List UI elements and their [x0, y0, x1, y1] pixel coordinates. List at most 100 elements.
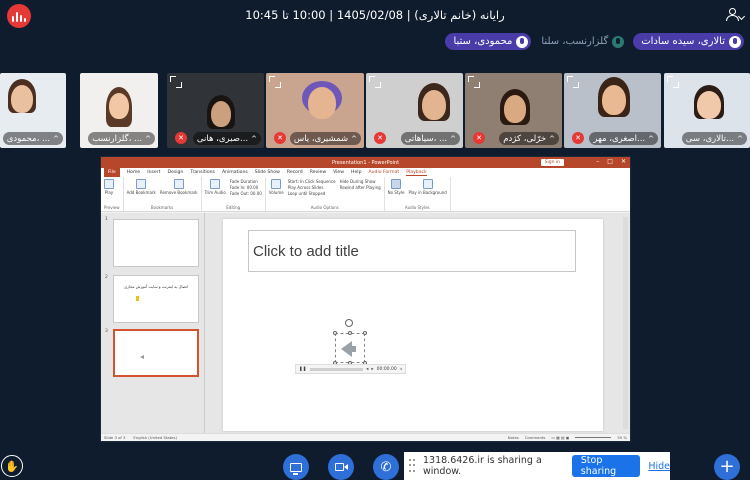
- audio-time: 00:00.00: [376, 366, 397, 372]
- participant-face: [11, 85, 33, 113]
- ppt-tab-review: Review: [309, 170, 327, 175]
- rewind-icon: ◂: [366, 366, 369, 372]
- hand-icon: ✋: [5, 459, 19, 473]
- trim-icon: [210, 179, 221, 189]
- expand-icon[interactable]: [369, 76, 381, 88]
- talker-chip: تالاری، سیده سادات: [633, 33, 744, 50]
- expand-icon[interactable]: [468, 76, 480, 88]
- video-tile[interactable]: ✕ ^ سیاهاتی، ...: [366, 73, 463, 148]
- ppt-tab-file: File: [104, 168, 120, 177]
- minimize-icon: –: [596, 158, 600, 165]
- expand-icon[interactable]: [269, 76, 281, 88]
- audio-object: [333, 331, 367, 365]
- camera-button[interactable]: [328, 454, 354, 480]
- chevron-up-icon: ^: [737, 134, 743, 143]
- video-label: ^ شمشیری، یاس: [289, 132, 361, 145]
- video-label: ^ صبری، هانی...: [192, 132, 261, 145]
- user-menu-icon[interactable]: [726, 8, 746, 22]
- add-button[interactable]: +: [714, 454, 740, 480]
- ppt-tab-record: Record: [286, 170, 303, 175]
- video-label: ^ محمودی، ...: [2, 132, 63, 145]
- ppt-tab-audio-format: Audio Format: [368, 170, 400, 175]
- stop-sharing-button[interactable]: Stop sharing: [571, 455, 641, 477]
- shared-screen[interactable]: Presentation1 - PowerPoint Sign in – □ ✕ F…: [100, 156, 631, 442]
- ppt-window-controls: – □ ✕: [596, 158, 626, 165]
- video-tile[interactable]: ✕ ^ اصغری، مهر...: [564, 73, 661, 148]
- play-icon: [104, 179, 114, 189]
- chevron-up-icon: ^: [145, 134, 151, 143]
- mic-off-icon: ✕: [274, 132, 286, 144]
- rotate-handle-icon: [345, 319, 353, 327]
- mic-off-icon: ✕: [175, 132, 187, 144]
- participant-face: [211, 101, 231, 127]
- share-message: 1318.6426.ir is sharing a window.: [423, 455, 542, 477]
- screen-share-button[interactable]: [283, 454, 309, 480]
- talker-name: تالاری، سیده سادات: [641, 36, 725, 47]
- participant-face: [697, 91, 721, 119]
- participant-face: [109, 93, 129, 119]
- ppt-ribbon: Play Preview Add Bookmark Remove Bookmar…: [101, 177, 630, 212]
- ppt-tab-animations: Animations: [221, 170, 248, 175]
- bookmark-icon: [136, 179, 147, 189]
- audio-option-checks-2: Hide During Show Rewind after Playing: [339, 179, 381, 190]
- participant-name: سیاهاتی، ...: [404, 133, 448, 144]
- ppt-titlebar: Presentation1 - PowerPoint Sign in – □ ✕: [101, 157, 630, 168]
- expand-icon[interactable]: [170, 76, 182, 88]
- active-talkers: تالاری، سیده سادات گلزارنسب، سلنا محمودی…: [445, 33, 744, 50]
- raise-hand-button[interactable]: ✋: [1, 455, 23, 477]
- resize-handle: [333, 331, 337, 335]
- ribbon-group-bookmarks: Add Bookmark Remove Bookmark Bookmarks: [124, 177, 202, 211]
- participant-name: خرّلی، کژدم: [503, 133, 547, 144]
- ribbon-group-editing: Trim Audio Fade Duration Fade In: 00.00 …: [202, 177, 266, 211]
- participant-name: محمودی، ...: [6, 133, 51, 144]
- microphone-icon: [612, 35, 625, 48]
- volume-icon: [271, 179, 282, 189]
- talker-chip: محمودی، ستبا: [445, 33, 532, 50]
- video-tile[interactable]: ^ محمودی، ...: [0, 73, 66, 148]
- participant-face: [602, 85, 626, 115]
- thumb-number: 1: [105, 217, 108, 222]
- speaker-icon: [391, 179, 402, 189]
- view-buttons: ▭ ▦ ▤ ▣: [551, 435, 570, 440]
- video-tile[interactable]: ✕ ^ صبری، هانی...: [167, 73, 264, 148]
- participant-name: گلزارنسب، ...: [92, 133, 143, 144]
- video-label: ^ اصغری، مهر...: [589, 132, 658, 145]
- zoom-slider: [575, 437, 612, 438]
- mic-off-icon: ✕: [473, 132, 485, 144]
- play-pause-icon: ❚❚: [299, 366, 307, 372]
- notes-button: Notes: [507, 435, 519, 440]
- speaker-icon: [341, 341, 356, 357]
- no-style-button: No Style: [388, 179, 404, 195]
- language-indicator: English (United States): [133, 435, 177, 440]
- fade-controls: Fade Duration Fade In: 00.00 Fade Out: 0…: [229, 179, 262, 196]
- participant-name: صبری، هانی...: [196, 133, 249, 144]
- chevron-up-icon: ^: [251, 134, 257, 143]
- participant-face: [308, 87, 336, 119]
- chevron-up-icon: ^: [53, 134, 59, 143]
- expand-icon[interactable]: [667, 76, 679, 88]
- video-tile[interactable]: ✕ ^ شمشیری، یاس: [266, 73, 364, 148]
- audio-call-button[interactable]: ✆: [373, 454, 399, 480]
- ribbon-group-preview: Play Preview: [101, 177, 124, 211]
- close-icon: ✕: [620, 158, 626, 165]
- drag-handle-icon[interactable]: [409, 459, 415, 473]
- video-tile[interactable]: ^ گلزارنسب، ...: [80, 73, 158, 148]
- trim-audio-button: Trim Audio: [205, 179, 226, 196]
- zoom-level: 55 %: [617, 435, 627, 440]
- ppt-tab-design: Design: [167, 170, 184, 175]
- room-title: رایانه (خانم تالاری) | 1405/02/08 | 10:0…: [245, 8, 505, 22]
- thumb-number: 2: [105, 275, 108, 280]
- group-label: Audio Options: [310, 205, 339, 210]
- expand-icon[interactable]: [567, 76, 579, 88]
- video-label: ^ گلزارنسب، ...: [88, 132, 155, 145]
- chevron-up-icon: ^: [450, 134, 456, 143]
- hide-banner-link[interactable]: Hide: [648, 461, 670, 472]
- microphone-icon: [516, 35, 529, 48]
- speaker-icon: [422, 179, 433, 189]
- video-tile[interactable]: ^ تالاری، سی...: [664, 73, 750, 148]
- plus-icon: +: [719, 456, 735, 477]
- video-tile[interactable]: ✕ ^ خرّلی، کژدم: [465, 73, 562, 148]
- ppt-workspace: 1 2 اتصال به اینترنت و سایت آموزش مجازی …: [101, 213, 630, 433]
- slide-edit-area: Click to add title ❚❚ ◂ ▸ 00:00.00 ◃: [205, 213, 630, 433]
- current-slide: Click to add title ❚❚ ◂ ▸ 00:00.00 ◃: [223, 219, 603, 431]
